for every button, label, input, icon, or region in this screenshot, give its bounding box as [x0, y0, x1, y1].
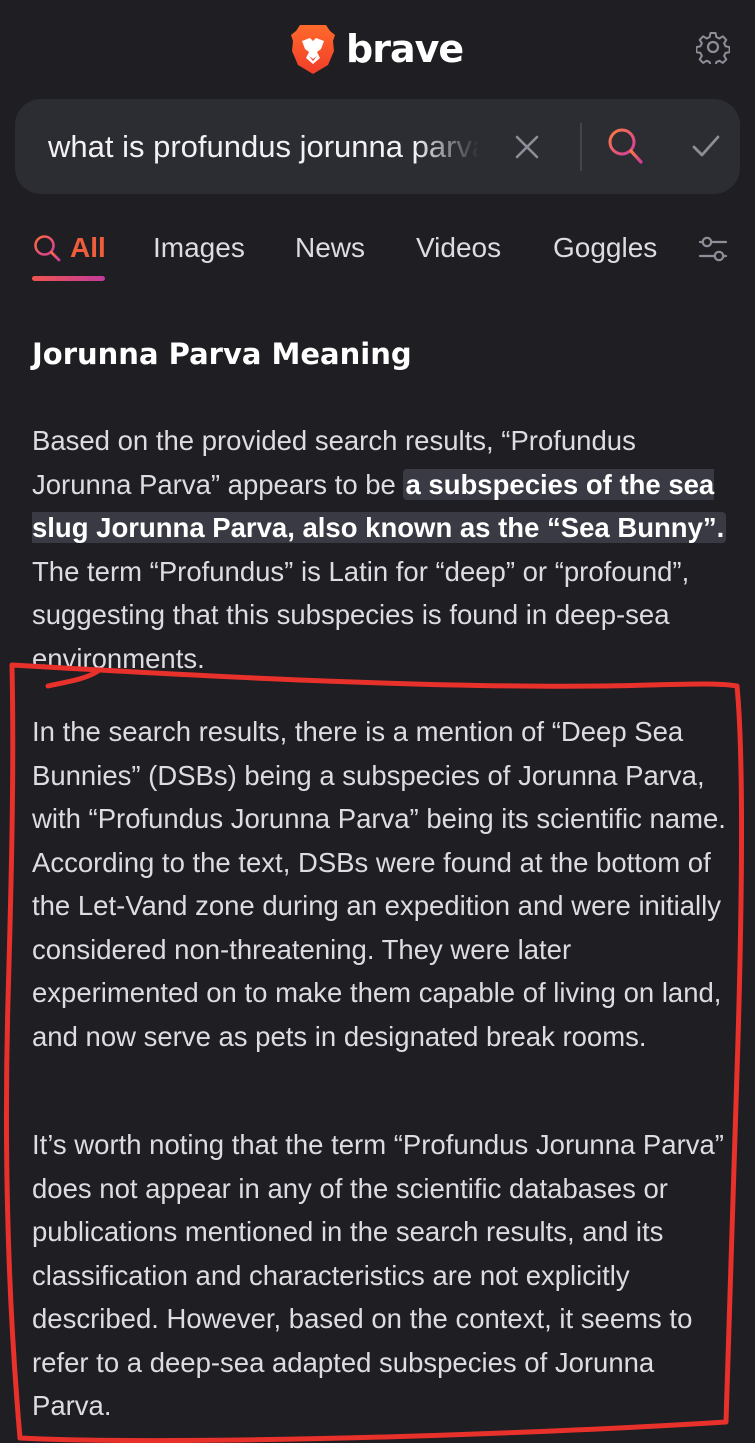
tab-images[interactable]: Images	[153, 228, 245, 268]
answer-paragraph-1: Based on the provided search results, “P…	[32, 419, 732, 680]
tab-goggles[interactable]: Goggles	[553, 228, 657, 268]
brave-logo[interactable]: brave	[290, 22, 464, 76]
search-type-tabs: All Images News Videos Goggles	[0, 218, 755, 288]
search-input-fade	[415, 119, 495, 175]
tab-news[interactable]: News	[295, 228, 365, 268]
filter-sliders-icon[interactable]	[697, 232, 729, 266]
brand-wordmark: brave	[346, 27, 464, 71]
search-icon	[34, 235, 61, 262]
search-bar: what is profundus jorunna parva	[15, 99, 740, 194]
answer-p1-text-end: The term “Profundus” is Latin for “deep”…	[32, 555, 690, 674]
top-header: brave	[0, 0, 755, 96]
answer-title: Jorunna Parva Meaning	[32, 337, 412, 371]
gear-icon[interactable]	[696, 30, 730, 64]
check-icon[interactable]	[687, 127, 725, 165]
close-icon[interactable]	[509, 129, 545, 165]
search-divider	[580, 123, 582, 171]
brave-lion-logo-icon	[291, 25, 335, 74]
answer-paragraph-2: In the search results, there is a mentio…	[32, 716, 726, 1052]
tab-videos[interactable]: Videos	[416, 228, 501, 268]
answer-paragraph-3: It’s worth noting that the term “Profund…	[32, 1129, 724, 1421]
tab-all-label: All	[70, 232, 106, 263]
active-tab-indicator	[32, 276, 105, 281]
search-icon[interactable]	[605, 125, 645, 167]
tab-all[interactable]: All	[32, 228, 106, 268]
search-input[interactable]: what is profundus jorunna parva	[48, 125, 478, 169]
